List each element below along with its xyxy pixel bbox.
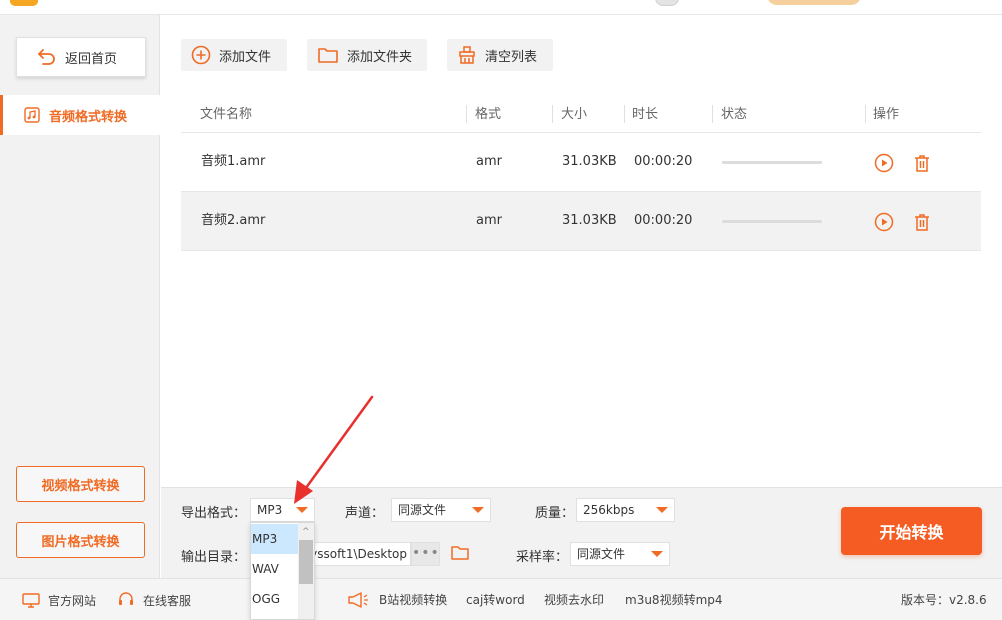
sidebar: 返回首页 音频格式转换 视频格式转换 图片格式转换 <box>0 15 160 578</box>
progress-bar <box>722 220 822 223</box>
clear-list-button[interactable]: 清空列表 <box>447 39 553 71</box>
broom-icon <box>459 46 475 64</box>
image-convert-button[interactable]: 图片格式转换 <box>16 522 145 558</box>
file-duration: 00:00:20 <box>634 213 693 228</box>
official-website-link[interactable]: 官方网站 <box>22 579 96 620</box>
file-format: amr <box>476 213 502 228</box>
headset-icon <box>119 592 133 605</box>
footer-link-remove-watermark[interactable]: 视频去水印 <box>544 579 604 620</box>
add-file-button[interactable]: 添加文件 <box>181 39 287 71</box>
app-logo <box>10 0 38 6</box>
folder-icon <box>318 48 338 63</box>
quality-label: 质量： <box>535 506 575 521</box>
start-convert-button[interactable]: 开始转换 <box>841 507 982 555</box>
format-option-mp3[interactable]: MP3 <box>251 524 299 554</box>
header-actions: 操作 <box>873 107 900 122</box>
chevron-down-icon <box>651 551 663 557</box>
scroll-up-icon[interactable]: ^ <box>302 527 310 537</box>
channel-value: 同源文件 <box>398 503 447 517</box>
back-home-button[interactable]: 返回首页 <box>16 37 146 77</box>
file-duration: 00:00:20 <box>634 154 693 169</box>
header-divider <box>624 105 625 123</box>
file-table-header: 文件名称 格式 大小 时长 状态 操作 <box>181 96 981 133</box>
footer: 官方网站 在线客服 B站视频转换 caj转word 视频去水印 m3u8视频转m… <box>0 578 1002 620</box>
header-divider <box>865 105 866 123</box>
header-divider <box>466 105 467 123</box>
export-format-dropdown[interactable]: MP3 WAV OGG ^ <box>250 522 315 620</box>
export-format-select[interactable]: MP3 <box>250 498 315 522</box>
add-folder-label: 添加文件夹 <box>347 49 413 65</box>
sidebar-item-audio-convert[interactable]: 音频格式转换 <box>0 95 160 135</box>
sample-rate-value: 同源文件 <box>577 547 626 561</box>
export-format-label: 导出格式： <box>181 506 247 521</box>
table-row[interactable]: 音频1.amr amr 31.03KB 00:00:20 <box>181 133 981 192</box>
format-option-wav[interactable]: WAV <box>251 554 299 584</box>
export-format-value: MP3 <box>257 503 283 517</box>
video-convert-button[interactable]: 视频格式转换 <box>16 466 145 502</box>
format-option-ogg[interactable]: OGG <box>251 584 299 614</box>
monitor-icon <box>22 593 40 608</box>
header-divider <box>552 105 553 123</box>
quality-value: 256kbps <box>583 503 635 517</box>
sample-rate-select[interactable]: 同源文件 <box>570 542 670 566</box>
vip-button[interactable] <box>767 0 861 5</box>
sidebar-item-audio-label: 音频格式转换 <box>49 109 128 125</box>
file-size: 31.03KB <box>562 213 617 228</box>
version-label: 版本号：v2.8.6 <box>901 593 987 607</box>
online-support-link[interactable]: 在线客服 <box>117 579 191 620</box>
return-arrow-icon <box>38 49 55 65</box>
footer-link-caj-word[interactable]: caj转word <box>466 579 525 620</box>
add-folder-button[interactable]: 添加文件夹 <box>307 39 427 71</box>
play-icon[interactable] <box>874 212 894 232</box>
header-status: 状态 <box>721 107 748 122</box>
header-duration: 时长 <box>632 107 659 122</box>
quality-select[interactable]: 256kbps <box>576 498 675 522</box>
online-support-label: 在线客服 <box>143 593 192 608</box>
scrollbar-thumb[interactable] <box>299 540 313 584</box>
user-avatar[interactable] <box>655 0 679 6</box>
chevron-down-icon <box>296 507 308 513</box>
trash-icon[interactable] <box>912 212 932 232</box>
plus-circle-icon <box>191 45 211 65</box>
clear-list-label: 清空列表 <box>485 49 538 65</box>
header-format: 格式 <box>475 107 502 122</box>
output-dir-label: 输出目录： <box>181 550 247 565</box>
add-file-label: 添加文件 <box>219 49 272 65</box>
title-bar <box>0 0 1002 15</box>
browse-dots-button[interactable]: ••• <box>411 542 440 566</box>
header-file-name: 文件名称 <box>200 107 253 122</box>
official-website-label: 官方网站 <box>48 593 97 608</box>
play-icon[interactable] <box>874 153 894 173</box>
channel-select[interactable]: 同源文件 <box>391 498 491 522</box>
header-size: 大小 <box>561 107 588 122</box>
chevron-down-icon <box>656 507 668 513</box>
back-home-label: 返回首页 <box>65 51 118 67</box>
header-divider <box>712 105 713 123</box>
chevron-down-icon <box>472 507 484 513</box>
progress-bar <box>722 161 822 164</box>
footer-link-bilibili[interactable]: B站视频转换 <box>379 579 447 620</box>
footer-link-m3u8-mp4[interactable]: m3u8视频转mp4 <box>625 579 723 620</box>
megaphone-icon <box>348 592 368 608</box>
table-row[interactable]: 音频2.amr amr 31.03KB 00:00:20 <box>181 192 981 251</box>
trash-icon[interactable] <box>912 153 932 173</box>
file-name: 音频2.amr <box>201 213 266 228</box>
open-folder-icon[interactable] <box>450 543 470 563</box>
music-note-icon <box>24 107 40 123</box>
sample-rate-label: 采样率： <box>516 550 569 565</box>
file-format: amr <box>476 154 502 169</box>
file-size: 31.03KB <box>562 154 617 169</box>
dropdown-scrollbar[interactable]: ^ <box>298 523 314 619</box>
channel-label: 声道： <box>345 506 385 521</box>
output-dir-value: yssoft1\Desktop <box>310 547 407 561</box>
file-name: 音频1.amr <box>201 154 266 169</box>
